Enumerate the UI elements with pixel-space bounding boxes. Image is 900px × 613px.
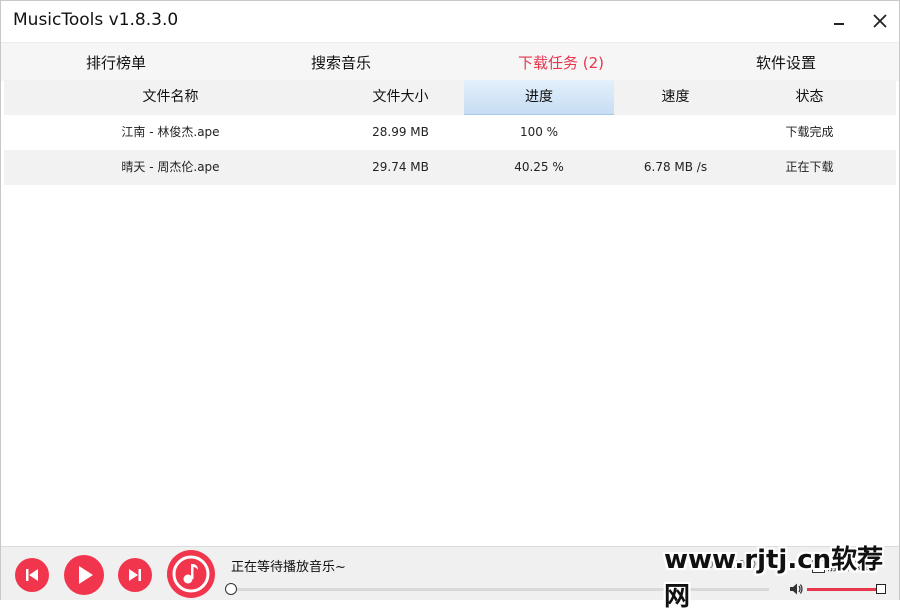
column-header-filename[interactable]: 文件名称 bbox=[4, 80, 337, 115]
close-icon bbox=[873, 14, 887, 28]
cell-status: 正在下载 bbox=[785, 160, 834, 174]
tab-charts[interactable]: 排行榜单 bbox=[61, 43, 171, 81]
next-icon bbox=[129, 569, 141, 581]
album-disc bbox=[167, 550, 215, 598]
cell-size: 29.74 MB bbox=[372, 160, 429, 174]
table-row[interactable]: 晴天 - 周杰伦.ape 29.74 MB 40.25 % 6.78 MB /s… bbox=[4, 150, 896, 185]
tab-settings[interactable]: 软件设置 bbox=[726, 43, 846, 81]
next-button[interactable] bbox=[118, 558, 152, 592]
cell-status: 下载完成 bbox=[785, 125, 834, 139]
minimize-button[interactable] bbox=[823, 7, 853, 35]
cell-progress: 40.25 % bbox=[514, 160, 564, 174]
play-icon bbox=[79, 566, 93, 584]
close-button[interactable] bbox=[865, 7, 895, 35]
cell-speed: 6.78 MB /s bbox=[643, 160, 708, 174]
tab-bar: 排行榜单 搜索音乐 下载任务 (2) 软件设置 bbox=[1, 42, 899, 121]
title-bar[interactable]: MusicTools v1.8.3.0 bbox=[1, 1, 899, 41]
cell-progress: 100 % bbox=[519, 125, 559, 139]
previous-button[interactable] bbox=[15, 558, 49, 592]
column-header-status[interactable]: 状态 bbox=[737, 80, 882, 115]
music-note-icon bbox=[172, 555, 210, 593]
cell-filename: 江南 - 林俊杰.ape bbox=[121, 125, 220, 139]
watermark: www.rjtj.cn软荐网 bbox=[664, 545, 884, 612]
app-window: MusicTools v1.8.3.0 排行榜单 搜索音乐 下载任务 (2) 软… bbox=[0, 0, 900, 612]
window-title: MusicTools v1.8.3.0 bbox=[13, 10, 179, 30]
table-header: 文件名称 文件大小 进度 速度 状态 bbox=[4, 80, 896, 115]
seek-handle[interactable] bbox=[225, 583, 237, 595]
playback-status: 正在等待播放音乐~ bbox=[231, 560, 346, 575]
play-button[interactable] bbox=[64, 555, 104, 595]
table-row[interactable]: 江南 - 林俊杰.ape 28.99 MB 100 % 下载完成 bbox=[4, 115, 896, 150]
previous-icon bbox=[26, 569, 38, 581]
cell-size: 28.99 MB bbox=[372, 125, 429, 139]
tab-download-tasks[interactable]: 下载任务 (2) bbox=[501, 43, 621, 81]
column-header-progress[interactable]: 进度 bbox=[464, 80, 614, 115]
column-header-size[interactable]: 文件大小 bbox=[337, 80, 464, 115]
cell-speed bbox=[614, 115, 737, 150]
cell-filename: 晴天 - 周杰伦.ape bbox=[121, 160, 220, 174]
column-header-speed[interactable]: 速度 bbox=[614, 80, 737, 115]
tab-search-music[interactable]: 搜索音乐 bbox=[281, 43, 401, 81]
